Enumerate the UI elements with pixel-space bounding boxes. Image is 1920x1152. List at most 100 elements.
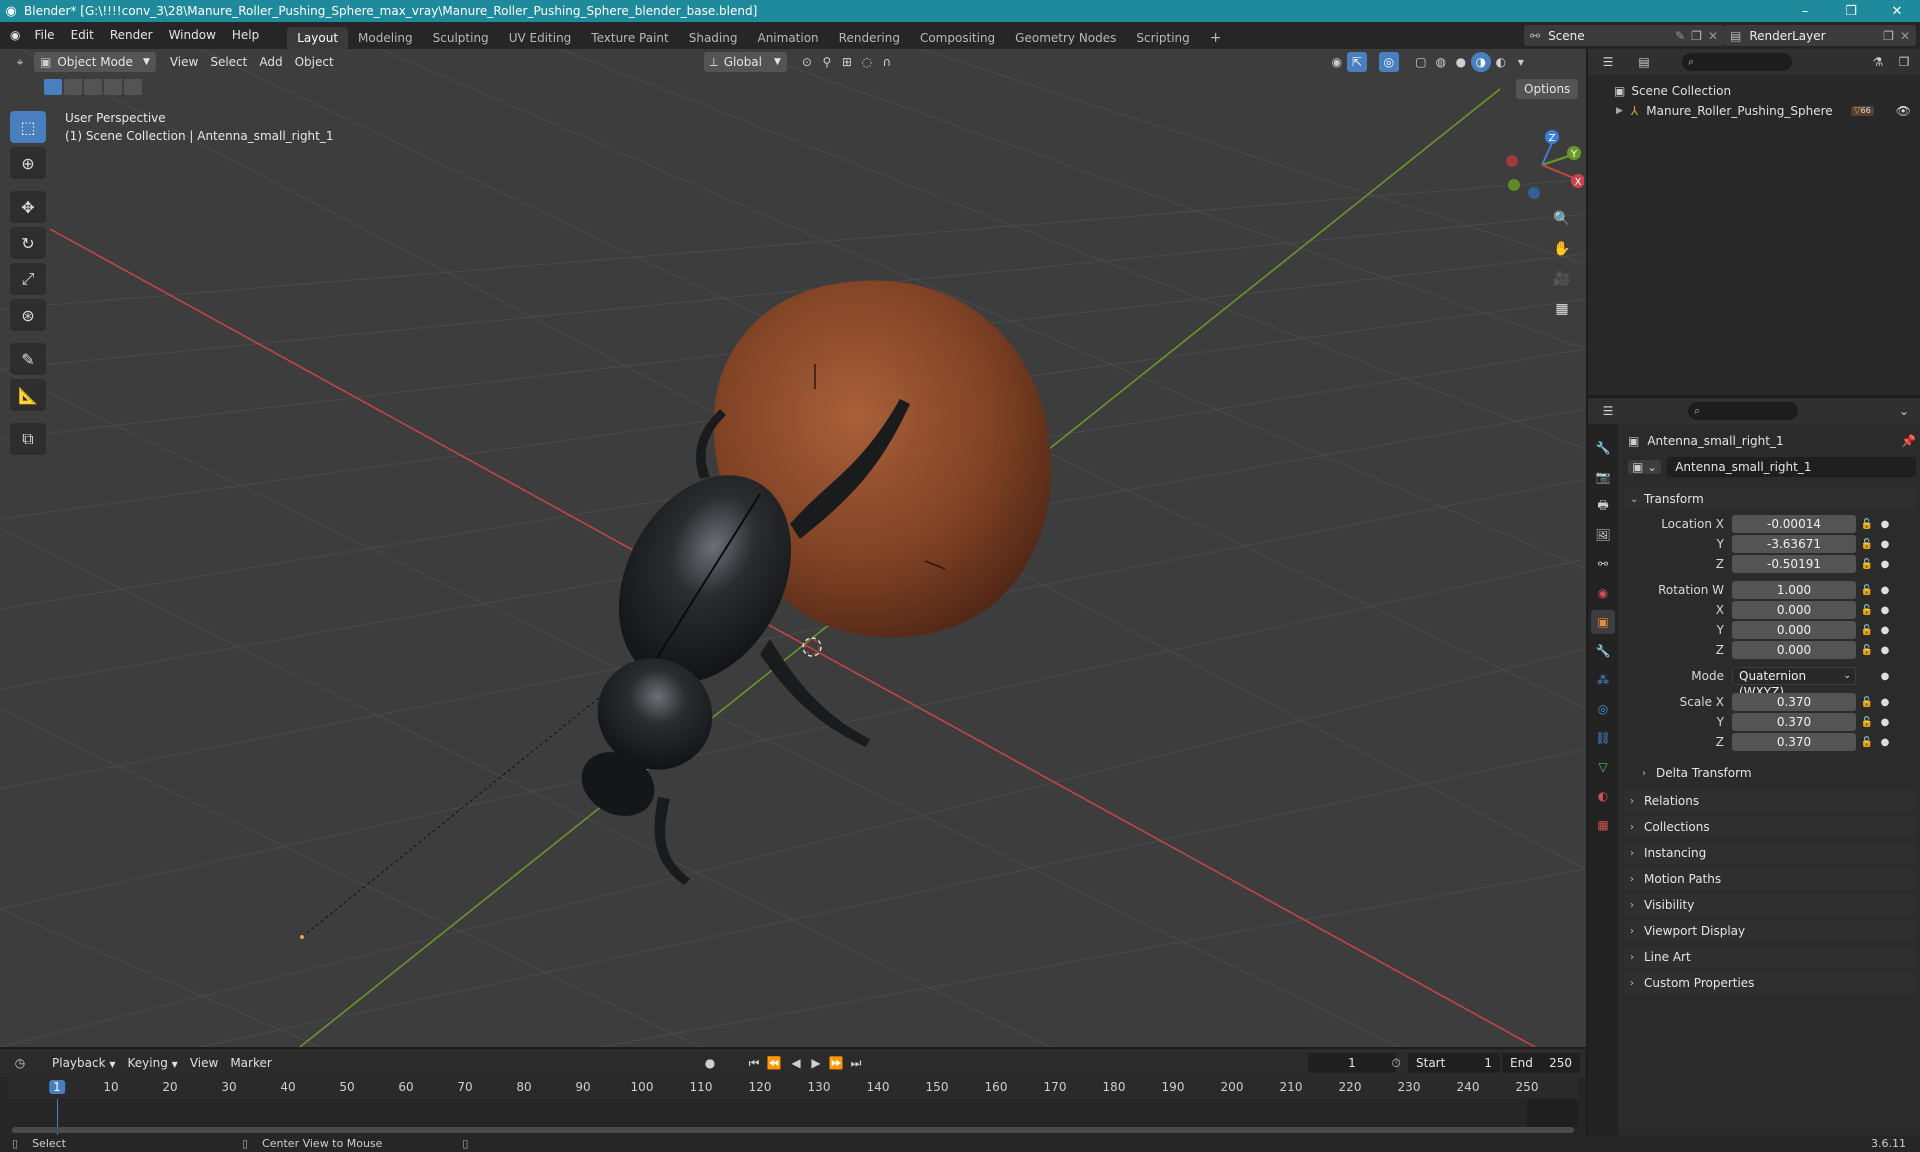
3d-viewport[interactable]: ⌖ ▣ Object Mode ▼ View Select Add Object… (0, 49, 1586, 1047)
texture-tab-icon[interactable]: ▦ (1591, 813, 1615, 837)
display-mode-icon[interactable]: ▤ (1634, 52, 1654, 72)
proportional-edit-icon[interactable]: ◌ (857, 52, 877, 72)
properties-editor-type-icon[interactable]: ☰ (1598, 401, 1618, 421)
close-button[interactable]: ✕ (1874, 0, 1920, 22)
material-shading-icon[interactable]: ◑ (1470, 52, 1491, 72)
wireframe-shading-icon[interactable]: ◍ (1431, 52, 1451, 72)
object-data-tab-icon[interactable]: ▽ (1591, 755, 1615, 779)
keyframe-dot-icon[interactable]: ● (1878, 671, 1892, 682)
tab-compositing[interactable]: Compositing (910, 27, 1005, 49)
add-workspace-button[interactable]: + (1200, 27, 1232, 49)
viewport-menu-select[interactable]: Select (204, 52, 253, 72)
tab-sculpting[interactable]: Sculpting (423, 27, 499, 49)
visibility-filter-icon[interactable]: ◉ (1327, 52, 1347, 72)
scale-x-field[interactable]: 0.370 (1732, 693, 1856, 711)
lock-icon[interactable]: 🔓 (1856, 717, 1878, 728)
solid-shading-icon[interactable]: ● (1451, 52, 1471, 72)
snap-icon[interactable]: ⚲ (817, 52, 837, 72)
modifier-tab-icon[interactable]: 🔧 (1591, 639, 1615, 663)
keyframe-dot-icon[interactable]: ● (1878, 585, 1892, 596)
keyframe-dot-icon[interactable]: ● (1878, 625, 1892, 636)
end-frame-field[interactable]: End 250 (1502, 1053, 1580, 1073)
remove-scene-icon[interactable]: ✕ (1708, 29, 1718, 43)
overlay-toggle-icon[interactable]: ◎ (1378, 52, 1399, 72)
zoom-icon[interactable]: 🔍 (1548, 205, 1576, 233)
outliner-row-object[interactable]: ▶ ⅄ Manure_Roller_Pushing_Sphere ▽66 👁 📷 (1588, 101, 1920, 121)
jump-to-keyframe-back-icon[interactable]: ⏪ (764, 1053, 784, 1073)
scale-y-field[interactable]: 0.370 (1732, 713, 1856, 731)
camera-view-icon[interactable]: 🎥 (1548, 265, 1576, 293)
viewport-menu-add[interactable]: Add (253, 52, 288, 72)
render-tab-icon[interactable]: 📷 (1591, 465, 1615, 489)
scene-tab-icon[interactable]: ⚯ (1591, 552, 1615, 576)
gizmo-neg-x-icon[interactable] (1506, 155, 1518, 167)
output-tab-icon[interactable]: 🖶 (1591, 494, 1615, 518)
falloff-icon[interactable]: ∩ (877, 52, 897, 72)
scale-tool-icon[interactable]: ⤢ (10, 263, 46, 295)
lock-icon[interactable]: 🔓 (1856, 539, 1878, 550)
custom-properties-panel-header[interactable]: › Custom Properties (1624, 972, 1916, 994)
orthographic-toggle-icon[interactable]: ▦ (1548, 295, 1576, 323)
chevron-down-icon[interactable]: ⌄ (1894, 401, 1914, 421)
shading-options-icon[interactable]: ▾ (1511, 52, 1531, 72)
lock-icon[interactable]: 🔓 (1856, 737, 1878, 748)
object-datablock-icon[interactable]: ▣ ⌄ (1628, 460, 1662, 474)
lock-icon[interactable]: 🔓 (1856, 585, 1878, 596)
pivot-point-icon[interactable]: ⊙ (797, 52, 817, 72)
lock-icon[interactable]: 🔓 (1856, 697, 1878, 708)
keyframe-dot-icon[interactable]: ● (1878, 539, 1892, 550)
scene-selector[interactable]: ⚯ Scene ✎ ❐ ✕ (1524, 25, 1724, 46)
instancing-panel-header[interactable]: › Instancing (1624, 842, 1916, 864)
annotate-tool-icon[interactable]: ✎ (10, 343, 46, 375)
lock-icon[interactable]: 🔓 (1856, 625, 1878, 636)
keyframe-dot-icon[interactable]: ● (1878, 605, 1892, 616)
lock-icon[interactable]: 🔓 (1856, 519, 1878, 530)
blender-menu-icon[interactable]: ◉ (0, 22, 26, 49)
transform-tool-icon[interactable]: ⊛ (10, 299, 46, 331)
object-name-field[interactable]: Antenna_small_right_1 (1667, 457, 1916, 477)
tab-animation[interactable]: Animation (747, 27, 828, 49)
jump-to-start-icon[interactable]: ⏮ (744, 1053, 764, 1073)
select-invert-icon[interactable] (104, 79, 122, 95)
viewport-menu-object[interactable]: Object (289, 52, 340, 72)
tab-rendering[interactable]: Rendering (829, 27, 910, 49)
3d-cursor[interactable] (802, 637, 822, 657)
new-view-layer-icon[interactable]: ❐ (1883, 29, 1894, 43)
visibility-panel-header[interactable]: › Visibility (1624, 894, 1916, 916)
keyframe-dot-icon[interactable]: ● (1878, 519, 1892, 530)
outliner-row-scene-collection[interactable]: ▣ Scene Collection (1588, 81, 1920, 101)
timeline-editor-type-icon[interactable]: ◷ (10, 1053, 30, 1073)
keyframe-dot-icon[interactable]: ● (1878, 559, 1892, 570)
gizmo-neg-z-icon[interactable] (1528, 187, 1540, 199)
start-frame-field[interactable]: Start 1 (1408, 1053, 1500, 1073)
remove-view-layer-icon[interactable]: ✕ (1900, 29, 1910, 43)
tab-shading[interactable]: Shading (679, 27, 748, 49)
menu-file[interactable]: File (26, 22, 62, 49)
timeline-menu-keying[interactable]: Keying ▼ (122, 1053, 184, 1073)
world-tab-icon[interactable]: ◉ (1591, 581, 1615, 605)
lock-icon[interactable]: 🔓 (1856, 559, 1878, 570)
xray-toggle-icon[interactable]: ▢ (1411, 52, 1431, 72)
cursor-tool-icon[interactable]: ⊕ (10, 147, 46, 179)
material-tab-icon[interactable]: ◐ (1591, 784, 1615, 808)
jump-to-end-icon[interactable]: ⏭ (846, 1053, 866, 1073)
jump-to-keyframe-forward-icon[interactable]: ⏩ (826, 1053, 846, 1073)
particles-tab-icon[interactable]: ⁂ (1591, 668, 1615, 692)
timeline-menu-playback[interactable]: Playback ▼ (46, 1053, 122, 1073)
view-layer-tab-icon[interactable]: 🖼 (1591, 523, 1615, 547)
minimize-button[interactable]: – (1782, 0, 1828, 22)
rotation-y-field[interactable]: 0.000 (1732, 621, 1856, 639)
collections-panel-header[interactable]: › Collections (1624, 816, 1916, 838)
move-tool-icon[interactable]: ✥ (10, 191, 46, 223)
rotate-tool-icon[interactable]: ↻ (10, 227, 46, 259)
object-mode-dropdown[interactable]: ▣ Object Mode ▼ (34, 52, 156, 72)
expand-arrow-icon[interactable]: ▶ (1616, 106, 1623, 116)
rotation-z-field[interactable]: 0.000 (1732, 641, 1856, 659)
stopwatch-icon[interactable]: ⏱ (1386, 1053, 1406, 1073)
play-reverse-icon[interactable]: ◀ (786, 1053, 806, 1073)
object-tab-icon[interactable]: ▣ (1591, 610, 1615, 634)
gizmo-neg-y-icon[interactable] (1508, 179, 1520, 191)
snap-target-icon[interactable]: ⊞ (837, 52, 857, 72)
pin-icon[interactable]: ✎ (1675, 29, 1685, 43)
timeline-menu-view[interactable]: View (184, 1053, 224, 1073)
